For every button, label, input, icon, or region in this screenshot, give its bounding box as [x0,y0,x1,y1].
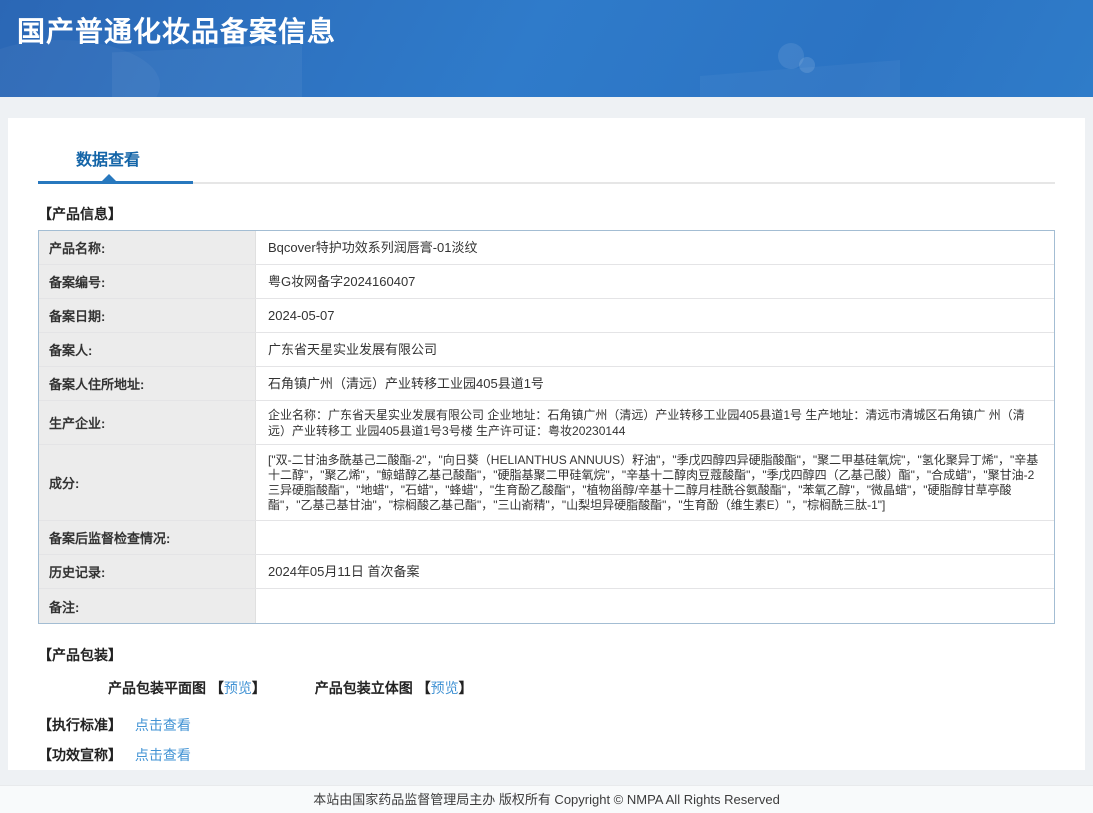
row-label: 历史记录: [39,555,256,588]
table-row: 成分: ["双-二甘油多酰基己二酸酯-2"，"向日葵（HELIANTHUS AN… [39,445,1054,521]
row-value: ["双-二甘油多酰基己二酸酯-2"，"向日葵（HELIANTHUS ANNUUS… [268,452,1039,512]
row-value: 2024年05月11日 首次备案 [268,563,420,579]
packaging-section: 【产品包装】 产品包装平面图 【预览】 产品包装立体图 【预览】 [38,645,1055,698]
row-label: 备案后监督检查情况: [39,521,256,554]
efficacy-line: 【功效宣称】 点击查看 [38,745,1055,765]
row-label: 备案编号: [39,265,256,298]
row-label: 备注: [39,589,256,623]
table-row: 备案人: 广东省天星实业发展有限公司 [39,333,1054,367]
row-value: 2024-05-07 [268,307,335,323]
product-info-table: 产品名称: Bqcover特护功效系列润唇膏-01淡纹 备案编号: 粤G妆网备字… [38,230,1055,624]
table-row: 生产企业: 企业名称：广东省天星实业发展有限公司 企业地址：石角镇广州（清远）产… [39,401,1054,445]
content-card: 数据查看 【产品信息】 产品名称: Bqcover特护功效系列润唇膏-01淡纹 … [8,118,1085,770]
row-label: 生产企业: [39,401,256,444]
flat-image-label: 产品包装平面图 [108,680,206,696]
decorative-circle [778,43,804,69]
row-value [256,601,1054,611]
standard-line: 【执行标准】 点击查看 [38,715,1055,735]
stereo-image-label: 产品包装立体图 [314,680,417,696]
row-label: 产品名称: [39,231,256,264]
table-row: 备案编号: 粤G妆网备字2024160407 [39,265,1054,299]
row-value: 广东省天星实业发展有限公司 [268,341,438,357]
row-value: 石角镇广州（清远）产业转移工业园405县道1号 [268,375,544,391]
table-row: 备注: [39,589,1054,623]
stereo-image-group: 产品包装立体图 【预览】 [315,678,473,698]
row-value: 企业名称：广东省天星实业发展有限公司 企业地址：石角镇广州（清远）产业转移工业园… [268,407,1025,438]
table-row: 备案人住所地址: 石角镇广州（清远）产业转移工业园405县道1号 [39,367,1054,401]
efficacy-view-link[interactable]: 点击查看 [135,747,191,763]
section-efficacy: 【功效宣称】 [38,747,122,763]
table-row: 产品名称: Bqcover特护功效系列润唇膏-01淡纹 [39,231,1054,265]
section-standard: 【执行标准】 [38,717,122,733]
table-row: 备案日期: 2024-05-07 [39,299,1054,333]
flat-image-preview-link[interactable]: 预览 [224,680,252,696]
tab-rule [38,174,1055,184]
decorative-polygon [700,60,900,97]
row-label: 备案人住所地址: [39,367,256,400]
bracket-open: 【 [209,680,224,696]
page-header: 国产普通化妆品备案信息 [0,0,1093,97]
decorative-circle [799,57,815,73]
tab-bar: 数据查看 [38,118,1055,184]
packaging-previews: 产品包装平面图 【预览】 产品包装立体图 【预览】 [108,678,1055,698]
tab-data-view[interactable]: 数据查看 [76,146,140,170]
bracket-close: 】 [251,680,266,696]
row-label: 备案人: [39,333,256,366]
bracket-close: 】 [458,680,473,696]
row-value [256,533,1054,543]
tab-caret-icon [101,174,117,182]
section-product-info: 【产品信息】 [38,206,122,222]
standard-view-link[interactable]: 点击查看 [135,717,191,733]
page-title: 国产普通化妆品备案信息 [17,16,337,47]
bracket-open: 【 [416,680,431,696]
section-packaging: 【产品包装】 [38,647,122,663]
decorative-polygon [112,44,302,97]
row-label: 成分: [39,445,256,520]
table-row: 历史记录: 2024年05月11日 首次备案 [39,555,1054,589]
row-label: 备案日期: [39,299,256,332]
table-row: 备案后监督检查情况: [39,521,1054,555]
page-footer: 本站由国家药品监督管理局主办 版权所有 Copyright © NMPA All… [0,785,1093,813]
stereo-image-preview-link[interactable]: 预览 [431,680,459,696]
row-value: Bqcover特护功效系列润唇膏-01淡纹 [268,239,478,255]
row-value: 粤G妆网备字2024160407 [268,273,416,289]
flat-image-group: 产品包装平面图 【预览】 [108,678,266,698]
footer-text: 本站由国家药品监督管理局主办 版权所有 Copyright © NMPA All… [313,792,780,807]
